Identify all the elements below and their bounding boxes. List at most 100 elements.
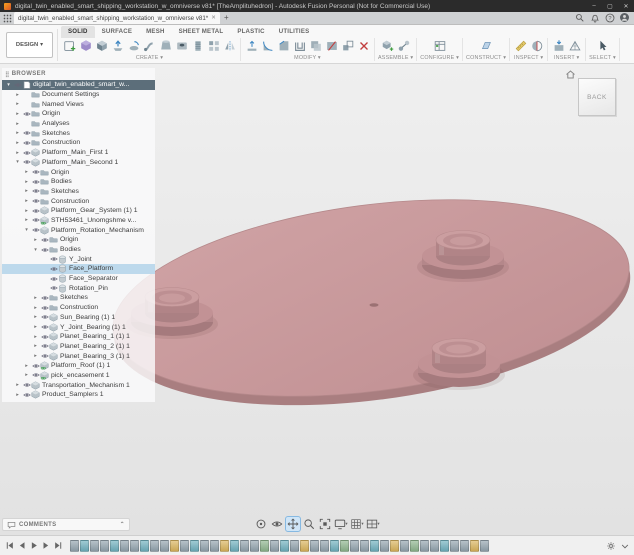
comments-bar[interactable]: COMMENTS ⌃ bbox=[2, 518, 130, 531]
chevron-right-icon[interactable]: ▸ bbox=[13, 111, 22, 117]
chevron-right-icon[interactable]: ▸ bbox=[31, 334, 40, 340]
chevron-right-icon[interactable]: ▸ bbox=[31, 324, 40, 330]
data-panel-grid-icon[interactable] bbox=[0, 12, 14, 24]
joint-icon[interactable] bbox=[396, 38, 411, 54]
shell-icon[interactable] bbox=[292, 38, 307, 54]
tree-item[interactable]: ▸Platform_Roof (1) 1 bbox=[2, 361, 155, 371]
split-body-icon[interactable] bbox=[324, 38, 339, 54]
tree-item[interactable]: ▸Document Settings bbox=[2, 90, 155, 100]
visibility-eye-icon[interactable] bbox=[31, 363, 40, 369]
visibility-eye-icon[interactable] bbox=[49, 266, 58, 272]
pan-icon[interactable] bbox=[286, 517, 300, 531]
ribbon-tab-solid[interactable]: SOLID bbox=[61, 26, 95, 38]
new-tab-button[interactable]: + bbox=[220, 12, 233, 24]
home-view-icon[interactable] bbox=[565, 67, 576, 78]
group-label-construct[interactable]: CONSTRUCT ▾ bbox=[466, 55, 506, 61]
new-component-icon[interactable] bbox=[380, 38, 395, 54]
timeline-sketch-feature[interactable] bbox=[190, 540, 199, 552]
timeline-joint-feature[interactable] bbox=[300, 540, 309, 552]
step-forward-button[interactable] bbox=[40, 539, 51, 552]
configure-icon[interactable] bbox=[432, 38, 447, 54]
tree-item[interactable]: ▸Planet_Bearing_1 (1) 1 bbox=[2, 332, 155, 342]
timeline-collapse-icon[interactable] bbox=[619, 539, 630, 552]
hole-icon[interactable] bbox=[174, 38, 189, 54]
chevron-down-icon[interactable]: ▾ bbox=[13, 159, 22, 165]
group-label-select[interactable]: SELECT ▾ bbox=[589, 55, 616, 61]
look-at-icon[interactable] bbox=[270, 517, 284, 531]
visibility-eye-icon[interactable] bbox=[22, 111, 31, 117]
timeline-sketch-feature[interactable] bbox=[110, 540, 119, 552]
chevron-down-icon[interactable]: ▾ bbox=[31, 247, 40, 253]
visibility-eye-icon[interactable] bbox=[40, 353, 49, 359]
visibility-eye-icon[interactable] bbox=[31, 169, 40, 175]
timeline-solid-feature[interactable] bbox=[480, 540, 489, 552]
timeline-solid-feature[interactable] bbox=[100, 540, 109, 552]
3d-viewport[interactable]: BACK ⣿ BROWSER ▾digital_twin_enabled_sma… bbox=[0, 64, 634, 535]
timeline-options-gear-icon[interactable] bbox=[605, 539, 616, 552]
tree-item[interactable]: ▸Sun_Bearing (1) 1 bbox=[2, 313, 155, 323]
tree-item[interactable]: ▾Platform_Rotation_Mechanism bbox=[2, 225, 155, 235]
tree-item[interactable]: ▸Analyses bbox=[2, 119, 155, 129]
timeline-component-feature[interactable] bbox=[260, 540, 269, 552]
timeline-solid-feature[interactable] bbox=[70, 540, 79, 552]
sweep-icon[interactable] bbox=[142, 38, 157, 54]
visibility-eye-icon[interactable] bbox=[22, 382, 31, 388]
zoom-icon[interactable] bbox=[302, 517, 316, 531]
tree-item[interactable]: ▸Construction bbox=[2, 196, 155, 206]
visibility-eye-icon[interactable] bbox=[31, 188, 40, 194]
minimize-button[interactable]: – bbox=[586, 0, 602, 12]
tree-item[interactable]: ▸Sketches bbox=[2, 293, 155, 303]
insert-derive-icon[interactable] bbox=[551, 38, 566, 54]
timeline-solid-feature[interactable] bbox=[200, 540, 209, 552]
view-cube[interactable]: BACK bbox=[576, 76, 618, 118]
chevron-right-icon[interactable]: ▸ bbox=[22, 363, 31, 369]
timeline-solid-feature[interactable] bbox=[150, 540, 159, 552]
group-label-create[interactable]: CREATE ▾ bbox=[136, 55, 163, 61]
chevron-right-icon[interactable]: ▸ bbox=[31, 305, 40, 311]
tree-item[interactable]: ▸Construction bbox=[2, 138, 155, 148]
chevron-right-icon[interactable]: ▸ bbox=[22, 372, 31, 378]
timeline-solid-feature[interactable] bbox=[400, 540, 409, 552]
chamfer-icon[interactable] bbox=[276, 38, 291, 54]
notification-bell-icon[interactable] bbox=[589, 12, 600, 23]
chevron-right-icon[interactable]: ▸ bbox=[31, 343, 40, 349]
tree-item[interactable]: ▸Product_Samplers 1 bbox=[2, 390, 155, 400]
tree-item[interactable]: Face_Separator bbox=[2, 274, 155, 284]
timeline-solid-feature[interactable] bbox=[180, 540, 189, 552]
timeline-component-feature[interactable] bbox=[410, 540, 419, 552]
chevron-right-icon[interactable]: ▸ bbox=[13, 121, 22, 127]
press-pull-icon[interactable] bbox=[244, 38, 259, 54]
chevron-right-icon[interactable]: ▸ bbox=[22, 179, 31, 185]
tree-item[interactable]: ▸Planet_Bearing_2 (1) 1 bbox=[2, 342, 155, 352]
visibility-eye-icon[interactable] bbox=[40, 343, 49, 349]
help-icon[interactable]: ? bbox=[604, 12, 615, 23]
combine-icon[interactable] bbox=[308, 38, 323, 54]
panel-grip-icon[interactable]: ⣿ bbox=[5, 71, 9, 78]
visibility-eye-icon[interactable] bbox=[40, 295, 49, 301]
tree-item[interactable]: ▾digital_twin_enabled_smart_w... bbox=[2, 80, 155, 90]
group-label-inspect[interactable]: INSPECT ▾ bbox=[514, 55, 543, 61]
tree-item[interactable]: ▸Platform_Main_First 1 bbox=[2, 148, 155, 158]
orbit-icon[interactable] bbox=[254, 517, 268, 531]
go-to-end-button[interactable] bbox=[52, 539, 63, 552]
timeline-joint-feature[interactable] bbox=[390, 540, 399, 552]
group-label-modify[interactable]: MODIFY ▾ bbox=[294, 55, 321, 61]
tab-close-icon[interactable]: ✕ bbox=[211, 15, 216, 21]
play-button[interactable] bbox=[28, 539, 39, 552]
tree-item[interactable]: ▾Bodies bbox=[2, 245, 155, 255]
fillet-icon[interactable] bbox=[260, 38, 275, 54]
visibility-eye-icon[interactable] bbox=[49, 276, 58, 282]
visibility-eye-icon[interactable] bbox=[40, 334, 49, 340]
visibility-eye-icon[interactable] bbox=[13, 82, 22, 88]
timeline-solid-feature[interactable] bbox=[450, 540, 459, 552]
timeline-solid-feature[interactable] bbox=[380, 540, 389, 552]
go-to-start-button[interactable] bbox=[4, 539, 15, 552]
tree-item[interactable]: Y_Joint bbox=[2, 254, 155, 264]
visibility-eye-icon[interactable] bbox=[22, 392, 31, 398]
create-form-icon[interactable] bbox=[78, 38, 93, 54]
chevron-right-icon[interactable]: ▸ bbox=[13, 140, 22, 146]
chevron-right-icon[interactable]: ▸ bbox=[31, 314, 40, 320]
timeline-solid-feature[interactable] bbox=[240, 540, 249, 552]
chevron-right-icon[interactable]: ▸ bbox=[22, 188, 31, 194]
revolve-icon[interactable] bbox=[126, 38, 141, 54]
